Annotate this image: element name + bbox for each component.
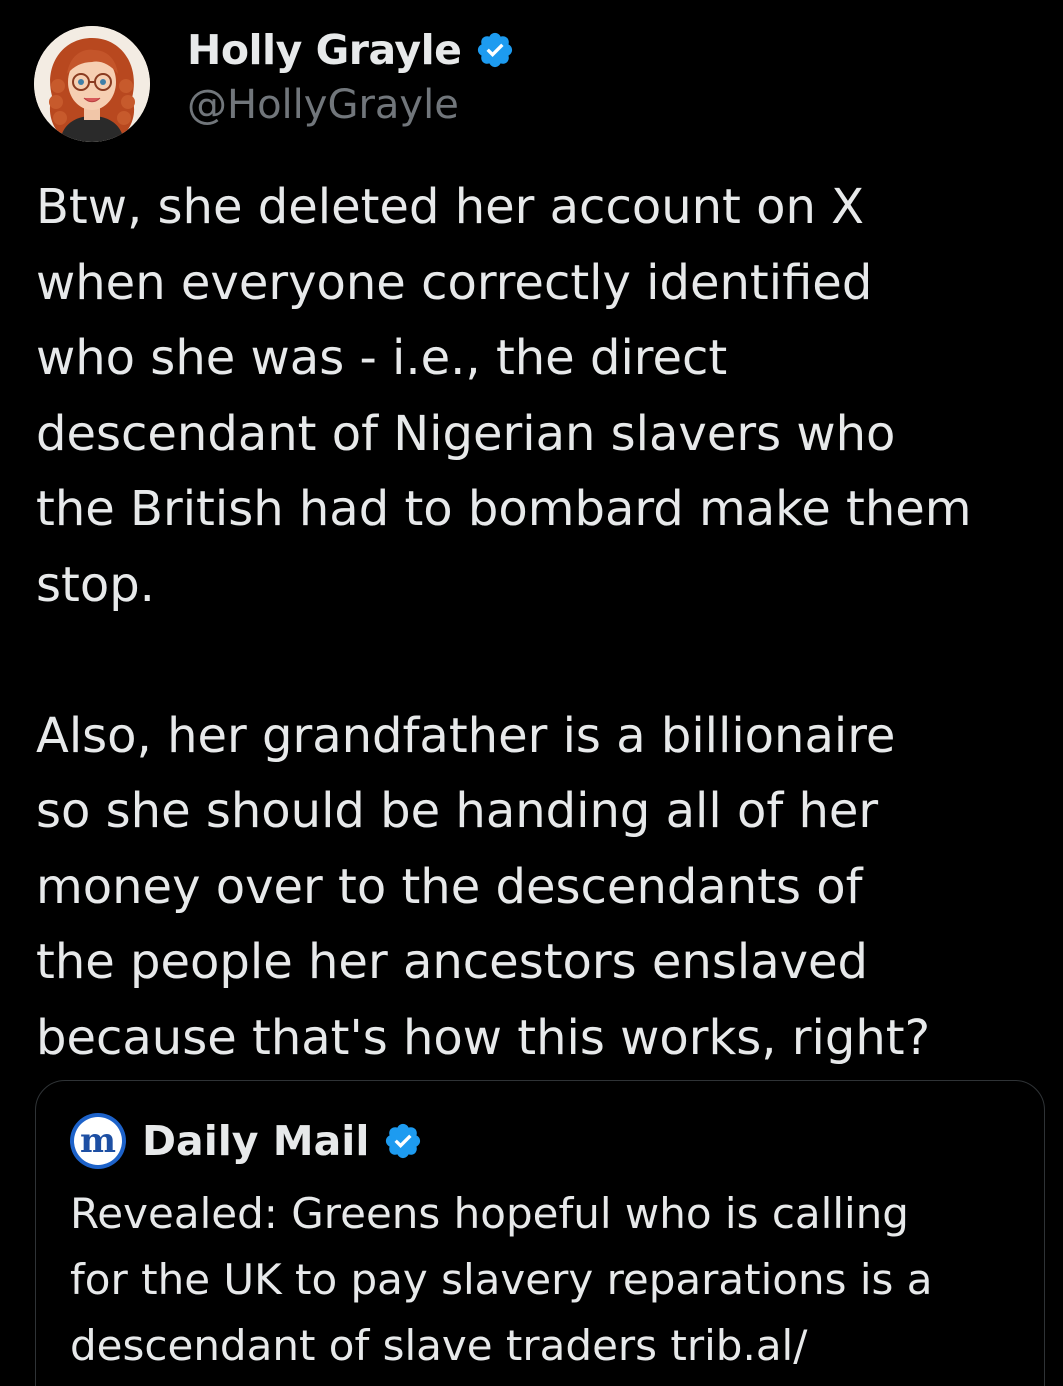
tweet-paragraph-1: Btw, she deleted her account on X when e…	[36, 179, 972, 613]
quoted-tweet-card[interactable]: m Daily Mail Revealed: Greens hopeful wh…	[35, 1080, 1045, 1386]
logo-letter: m	[74, 1117, 122, 1165]
avatar-illustration-icon	[34, 26, 150, 142]
verified-badge-icon	[478, 32, 513, 68]
quoted-tweet-header: m Daily Mail	[70, 1113, 423, 1169]
author-name-row[interactable]: Holly Grayle	[187, 22, 515, 78]
author-handle[interactable]: @HollyGrayle	[187, 82, 459, 128]
verified-badge-icon	[386, 1123, 421, 1159]
author-name[interactable]: Holly Grayle	[187, 26, 462, 74]
quoted-tweet-text: Revealed: Greens hopeful who is calling …	[70, 1189, 933, 1370]
tweet-paragraph-2: Also, her grandfather is a billionaire s…	[36, 707, 931, 1066]
quoted-author-name: Daily Mail	[142, 1117, 370, 1165]
tweet-text: Btw, she deleted her account on X when e…	[36, 170, 1056, 1076]
author-avatar[interactable]	[34, 26, 150, 142]
daily-mail-logo-icon: m	[70, 1113, 126, 1169]
